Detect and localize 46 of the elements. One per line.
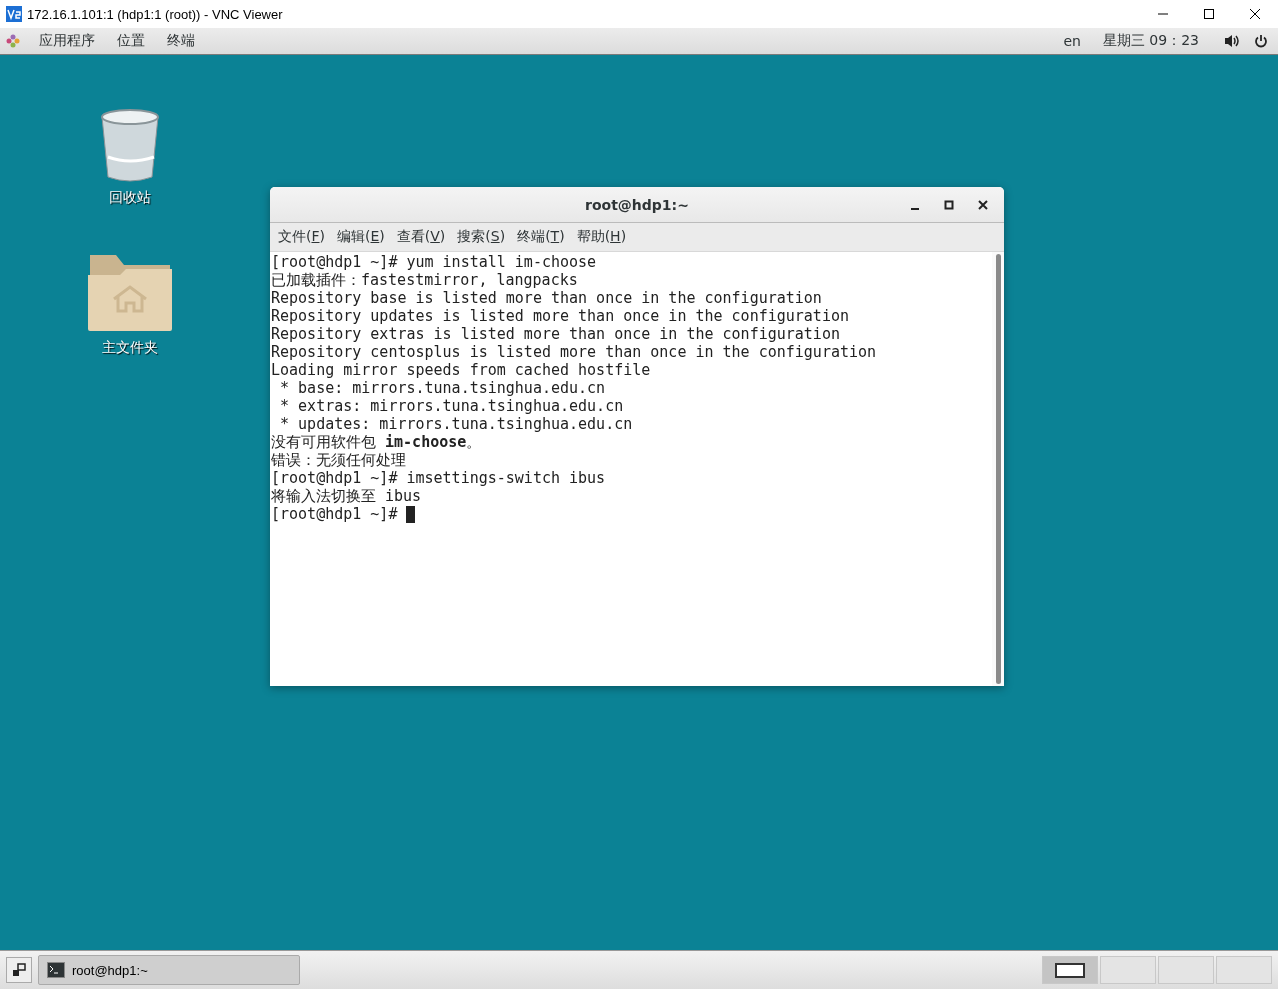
close-icon <box>1249 8 1261 20</box>
terminal-title: root@hdp1:~ <box>585 196 689 213</box>
terminal-menu-item[interactable]: 搜索(S) <box>451 228 512 246</box>
terminal-line: * extras: mirrors.tuna.tsinghua.edu.cn <box>279 397 624 415</box>
terminal-menu-item[interactable]: 编辑(E) <box>331 228 391 246</box>
desktop-icon-label[interactable]: 回收站 <box>109 189 151 207</box>
taskbar-window-button[interactable]: root@hdp1:~ <box>38 955 300 985</box>
minimize-icon <box>911 208 919 210</box>
terminal-menu-item[interactable]: 帮助(H) <box>570 228 633 246</box>
terminal-icon <box>47 962 65 978</box>
terminal-menu-item[interactable]: 文件(F) <box>272 228 331 246</box>
close-icon <box>978 200 988 210</box>
desktop-icon-label[interactable]: 主文件夹 <box>102 339 158 357</box>
panel-menu[interactable]: 应用程序 <box>28 32 106 50</box>
scrollbar[interactable] <box>992 252 1004 686</box>
maximize-icon <box>1203 8 1215 20</box>
volume-icon[interactable] <box>1224 34 1240 48</box>
panel-menu[interactable]: 位置 <box>106 32 156 50</box>
terminal-line: Repository updates is listed more than once in the configuration <box>271 307 849 325</box>
flower-icon <box>6 34 20 48</box>
terminal-line: 没有可用软件包 im-choose。 <box>271 433 482 451</box>
maximize-icon <box>944 200 954 210</box>
terminal-menu-item[interactable]: 终端(T) <box>511 228 571 246</box>
terminal-line: [root@hdp1 ~]# imsettings-switch ibus <box>271 469 606 487</box>
terminal-line: Repository extras is listed more than once in the configuration <box>271 325 840 343</box>
trash-bin-icon[interactable] <box>98 107 162 183</box>
terminal-line: * base: mirrors.tuna.tsinghua.edu.cn <box>279 379 606 397</box>
terminal-line: [root@hdp1 ~]# <box>271 505 399 523</box>
terminal-line: Repository centosplus is listed more than once in the configuration <box>271 343 877 361</box>
show-desktop-button[interactable] <box>6 957 32 983</box>
windows-icon <box>12 963 26 977</box>
window-title: 172.16.1.101:1 (hdp1:1 (root)) - VNC Viewer <box>27 6 283 22</box>
app-logo-icon <box>6 6 22 22</box>
terminal-line: 已加载插件：fastestmirror, langpacks <box>271 271 578 289</box>
terminal-line: 将输入法切换至 ibus <box>271 487 422 505</box>
terminal-line: Repository base is listed more than once in the configuration <box>271 289 822 307</box>
power-icon[interactable] <box>1254 34 1268 48</box>
terminal-line: * updates: mirrors.tuna.tsinghua.edu.cn <box>279 415 633 433</box>
terminal-line: [root@hdp1 ~]# yum install im-choose <box>271 253 597 271</box>
clock[interactable]: 星期三 09：23 <box>1091 32 1210 50</box>
terminal-line: 错误：无须任何处理 <box>271 451 406 469</box>
terminal-menu-item[interactable]: 查看(V) <box>390 228 452 246</box>
terminal-line: Loading mirror speeds from cached hostfile <box>271 361 651 379</box>
workspace-pager[interactable] <box>1042 956 1272 984</box>
panel-menu[interactable]: 终端 <box>156 32 206 50</box>
input-method-indicator[interactable]: en <box>1052 33 1092 49</box>
